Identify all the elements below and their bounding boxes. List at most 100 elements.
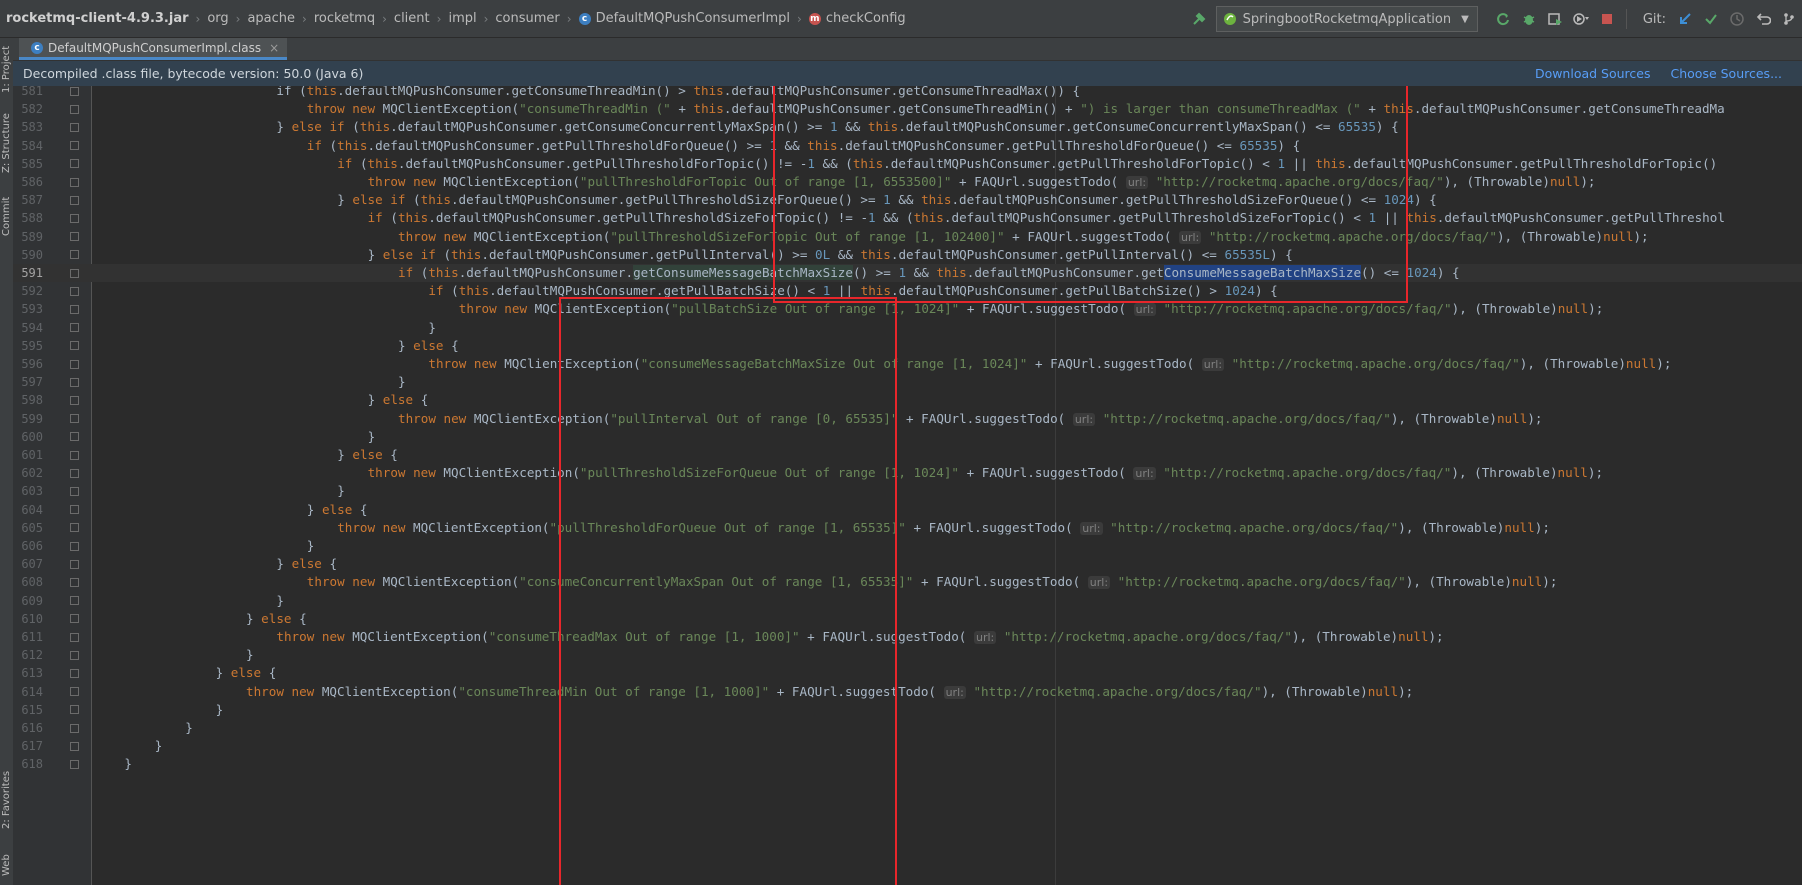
favorites-tool-button[interactable]: 2: Favorites bbox=[0, 760, 13, 840]
fold-marker-icon[interactable] bbox=[70, 468, 79, 478]
fold-marker-icon[interactable] bbox=[70, 505, 79, 515]
code-line[interactable]: 615} bbox=[13, 701, 1802, 719]
build-hammer-icon[interactable] bbox=[1188, 8, 1210, 30]
code-line[interactable]: 584 if (this.defaultMQPushConsumer.getPul… bbox=[13, 137, 1802, 155]
code-line[interactable]: 604} else { bbox=[13, 501, 1802, 519]
fold-marker-icon[interactable] bbox=[70, 341, 79, 351]
code-line[interactable]: 598} else { bbox=[13, 391, 1802, 409]
fold-marker-icon[interactable] bbox=[70, 286, 79, 296]
debug-bug-icon[interactable] bbox=[1518, 8, 1540, 30]
code-line[interactable]: 582 throw new MQClientException("consumeT… bbox=[13, 100, 1802, 118]
code-line[interactable]: 601} else { bbox=[13, 446, 1802, 464]
code-line[interactable]: 600} bbox=[13, 428, 1802, 446]
git-commit-check-icon[interactable] bbox=[1700, 8, 1722, 30]
code-line[interactable]: 593 throw new MQClientException("pullBatc… bbox=[13, 300, 1802, 318]
stop-icon[interactable] bbox=[1596, 8, 1618, 30]
code-line[interactable]: 586 throw new MQClientException("pullThre… bbox=[13, 173, 1802, 191]
git-history-icon[interactable] bbox=[1726, 8, 1748, 30]
breadcrumb-item[interactable]: rocketmq bbox=[314, 11, 375, 26]
code-line[interactable]: 606} bbox=[13, 537, 1802, 555]
code-editor[interactable]: 581 if (this.defaultMQPushConsumer.getCon… bbox=[13, 86, 1802, 885]
fold-marker-icon[interactable] bbox=[70, 541, 79, 551]
choose-sources-link[interactable]: Choose Sources... bbox=[1671, 66, 1783, 81]
code-line[interactable]: 614 throw new MQClientException("consumeT… bbox=[13, 683, 1802, 701]
fold-marker-icon[interactable] bbox=[70, 268, 79, 278]
close-icon[interactable]: × bbox=[269, 41, 279, 55]
fold-marker-icon[interactable] bbox=[70, 450, 79, 460]
run-configuration-select[interactable]: SpringbootRocketmqApplication ▼ bbox=[1215, 6, 1478, 32]
fold-marker-icon[interactable] bbox=[70, 141, 79, 151]
code-line[interactable]: 591 if (this.defaultMQPushConsumer.getCon… bbox=[13, 264, 1802, 283]
git-branches-icon[interactable] bbox=[1778, 8, 1800, 30]
fold-marker-icon[interactable] bbox=[70, 177, 79, 187]
code-line[interactable]: 597} bbox=[13, 373, 1802, 391]
fold-marker-icon[interactable] bbox=[70, 523, 79, 533]
rerun-icon[interactable] bbox=[1492, 8, 1514, 30]
code-line[interactable]: 590} else if (this.defaultMQPushConsumer… bbox=[13, 246, 1802, 264]
code-line[interactable]: 588 if (this.defaultMQPushConsumer.getPul… bbox=[13, 209, 1802, 227]
fold-marker-icon[interactable] bbox=[70, 596, 79, 606]
fold-marker-icon[interactable] bbox=[70, 195, 79, 205]
code-line[interactable]: 603} bbox=[13, 482, 1802, 500]
fold-marker-icon[interactable] bbox=[70, 122, 79, 132]
code-line[interactable]: 599 throw new MQClientException("pullInte… bbox=[13, 410, 1802, 428]
breadcrumb-item[interactable]: rocketmq-client-4.9.3.jar bbox=[6, 11, 189, 26]
fold-marker-icon[interactable] bbox=[70, 632, 79, 642]
fold-marker-icon[interactable] bbox=[70, 614, 79, 624]
code-line[interactable]: 595} else { bbox=[13, 337, 1802, 355]
code-line[interactable]: 617} bbox=[13, 737, 1802, 755]
fold-marker-icon[interactable] bbox=[70, 359, 79, 369]
fold-marker-icon[interactable] bbox=[70, 86, 79, 96]
code-line[interactable]: 596 throw new MQClientException("consumeM… bbox=[13, 355, 1802, 373]
fold-marker-icon[interactable] bbox=[70, 432, 79, 442]
fold-marker-icon[interactable] bbox=[70, 723, 79, 733]
code-line[interactable]: 612} bbox=[13, 646, 1802, 664]
fold-marker-icon[interactable] bbox=[70, 232, 79, 242]
editor-tab[interactable]: c DefaultMQPushConsumerImpl.class × bbox=[19, 38, 288, 60]
code-line[interactable]: 594} bbox=[13, 319, 1802, 337]
fold-marker-icon[interactable] bbox=[70, 650, 79, 660]
code-line[interactable]: 607} else { bbox=[13, 555, 1802, 573]
code-line[interactable]: 609} bbox=[13, 592, 1802, 610]
profiler-icon[interactable] bbox=[1570, 8, 1592, 30]
code-line[interactable]: 581 if (this.defaultMQPushConsumer.getCon… bbox=[13, 86, 1802, 100]
code-line[interactable]: 602 throw new MQClientException("pullThre… bbox=[13, 464, 1802, 482]
fold-marker-icon[interactable] bbox=[70, 304, 79, 314]
breadcrumb-item[interactable]: impl bbox=[448, 11, 476, 26]
code-line[interactable]: 587} else if (this.defaultMQPushConsumer… bbox=[13, 191, 1802, 209]
code-line[interactable]: 610} else { bbox=[13, 610, 1802, 628]
fold-marker-icon[interactable] bbox=[70, 486, 79, 496]
fold-marker-icon[interactable] bbox=[70, 395, 79, 405]
breadcrumb-item[interactable]: apache bbox=[247, 11, 295, 26]
code-line[interactable]: 618} bbox=[13, 755, 1802, 773]
code-line[interactable]: 583} else if (this.defaultMQPushConsumer… bbox=[13, 118, 1802, 136]
breadcrumb-item[interactable]: consumer bbox=[495, 11, 559, 26]
code-line[interactable]: 605 throw new MQClientException("pullThre… bbox=[13, 519, 1802, 537]
structure-tool-button[interactable]: Z: Structure bbox=[0, 104, 13, 182]
fold-marker-icon[interactable] bbox=[70, 159, 79, 169]
code-line[interactable]: 613} else { bbox=[13, 664, 1802, 682]
fold-marker-icon[interactable] bbox=[70, 741, 79, 751]
breadcrumb-item[interactable]: client bbox=[394, 11, 430, 26]
git-update-icon[interactable] bbox=[1674, 8, 1696, 30]
breadcrumb-item[interactable]: org bbox=[207, 11, 228, 26]
fold-marker-icon[interactable] bbox=[70, 104, 79, 114]
fold-marker-icon[interactable] bbox=[70, 759, 79, 769]
code-line[interactable]: 585 if (this.defaultMQPushConsumer.getPul… bbox=[13, 155, 1802, 173]
fold-marker-icon[interactable] bbox=[70, 213, 79, 223]
code-line[interactable]: 589 throw new MQClientException("pullThre… bbox=[13, 228, 1802, 246]
fold-marker-icon[interactable] bbox=[70, 377, 79, 387]
fold-marker-icon[interactable] bbox=[70, 705, 79, 715]
commit-tool-button[interactable]: Commit bbox=[0, 188, 13, 244]
breadcrumb-item[interactable]: m checkConfig bbox=[808, 11, 906, 26]
code-line[interactable]: 608 throw new MQClientException("consumeC… bbox=[13, 573, 1802, 591]
fold-marker-icon[interactable] bbox=[70, 414, 79, 424]
code-line[interactable]: 592 if (this.defaultMQPushConsumer.getPul… bbox=[13, 282, 1802, 300]
project-tool-button[interactable]: 1: Project bbox=[0, 40, 13, 98]
breadcrumb-item[interactable]: c DefaultMQPushConsumerImpl bbox=[578, 11, 790, 26]
fold-marker-icon[interactable] bbox=[70, 323, 79, 333]
web-tool-button[interactable]: Web bbox=[0, 850, 13, 880]
download-sources-link[interactable]: Download Sources bbox=[1535, 66, 1651, 81]
fold-marker-icon[interactable] bbox=[70, 687, 79, 697]
fold-marker-icon[interactable] bbox=[70, 559, 79, 569]
